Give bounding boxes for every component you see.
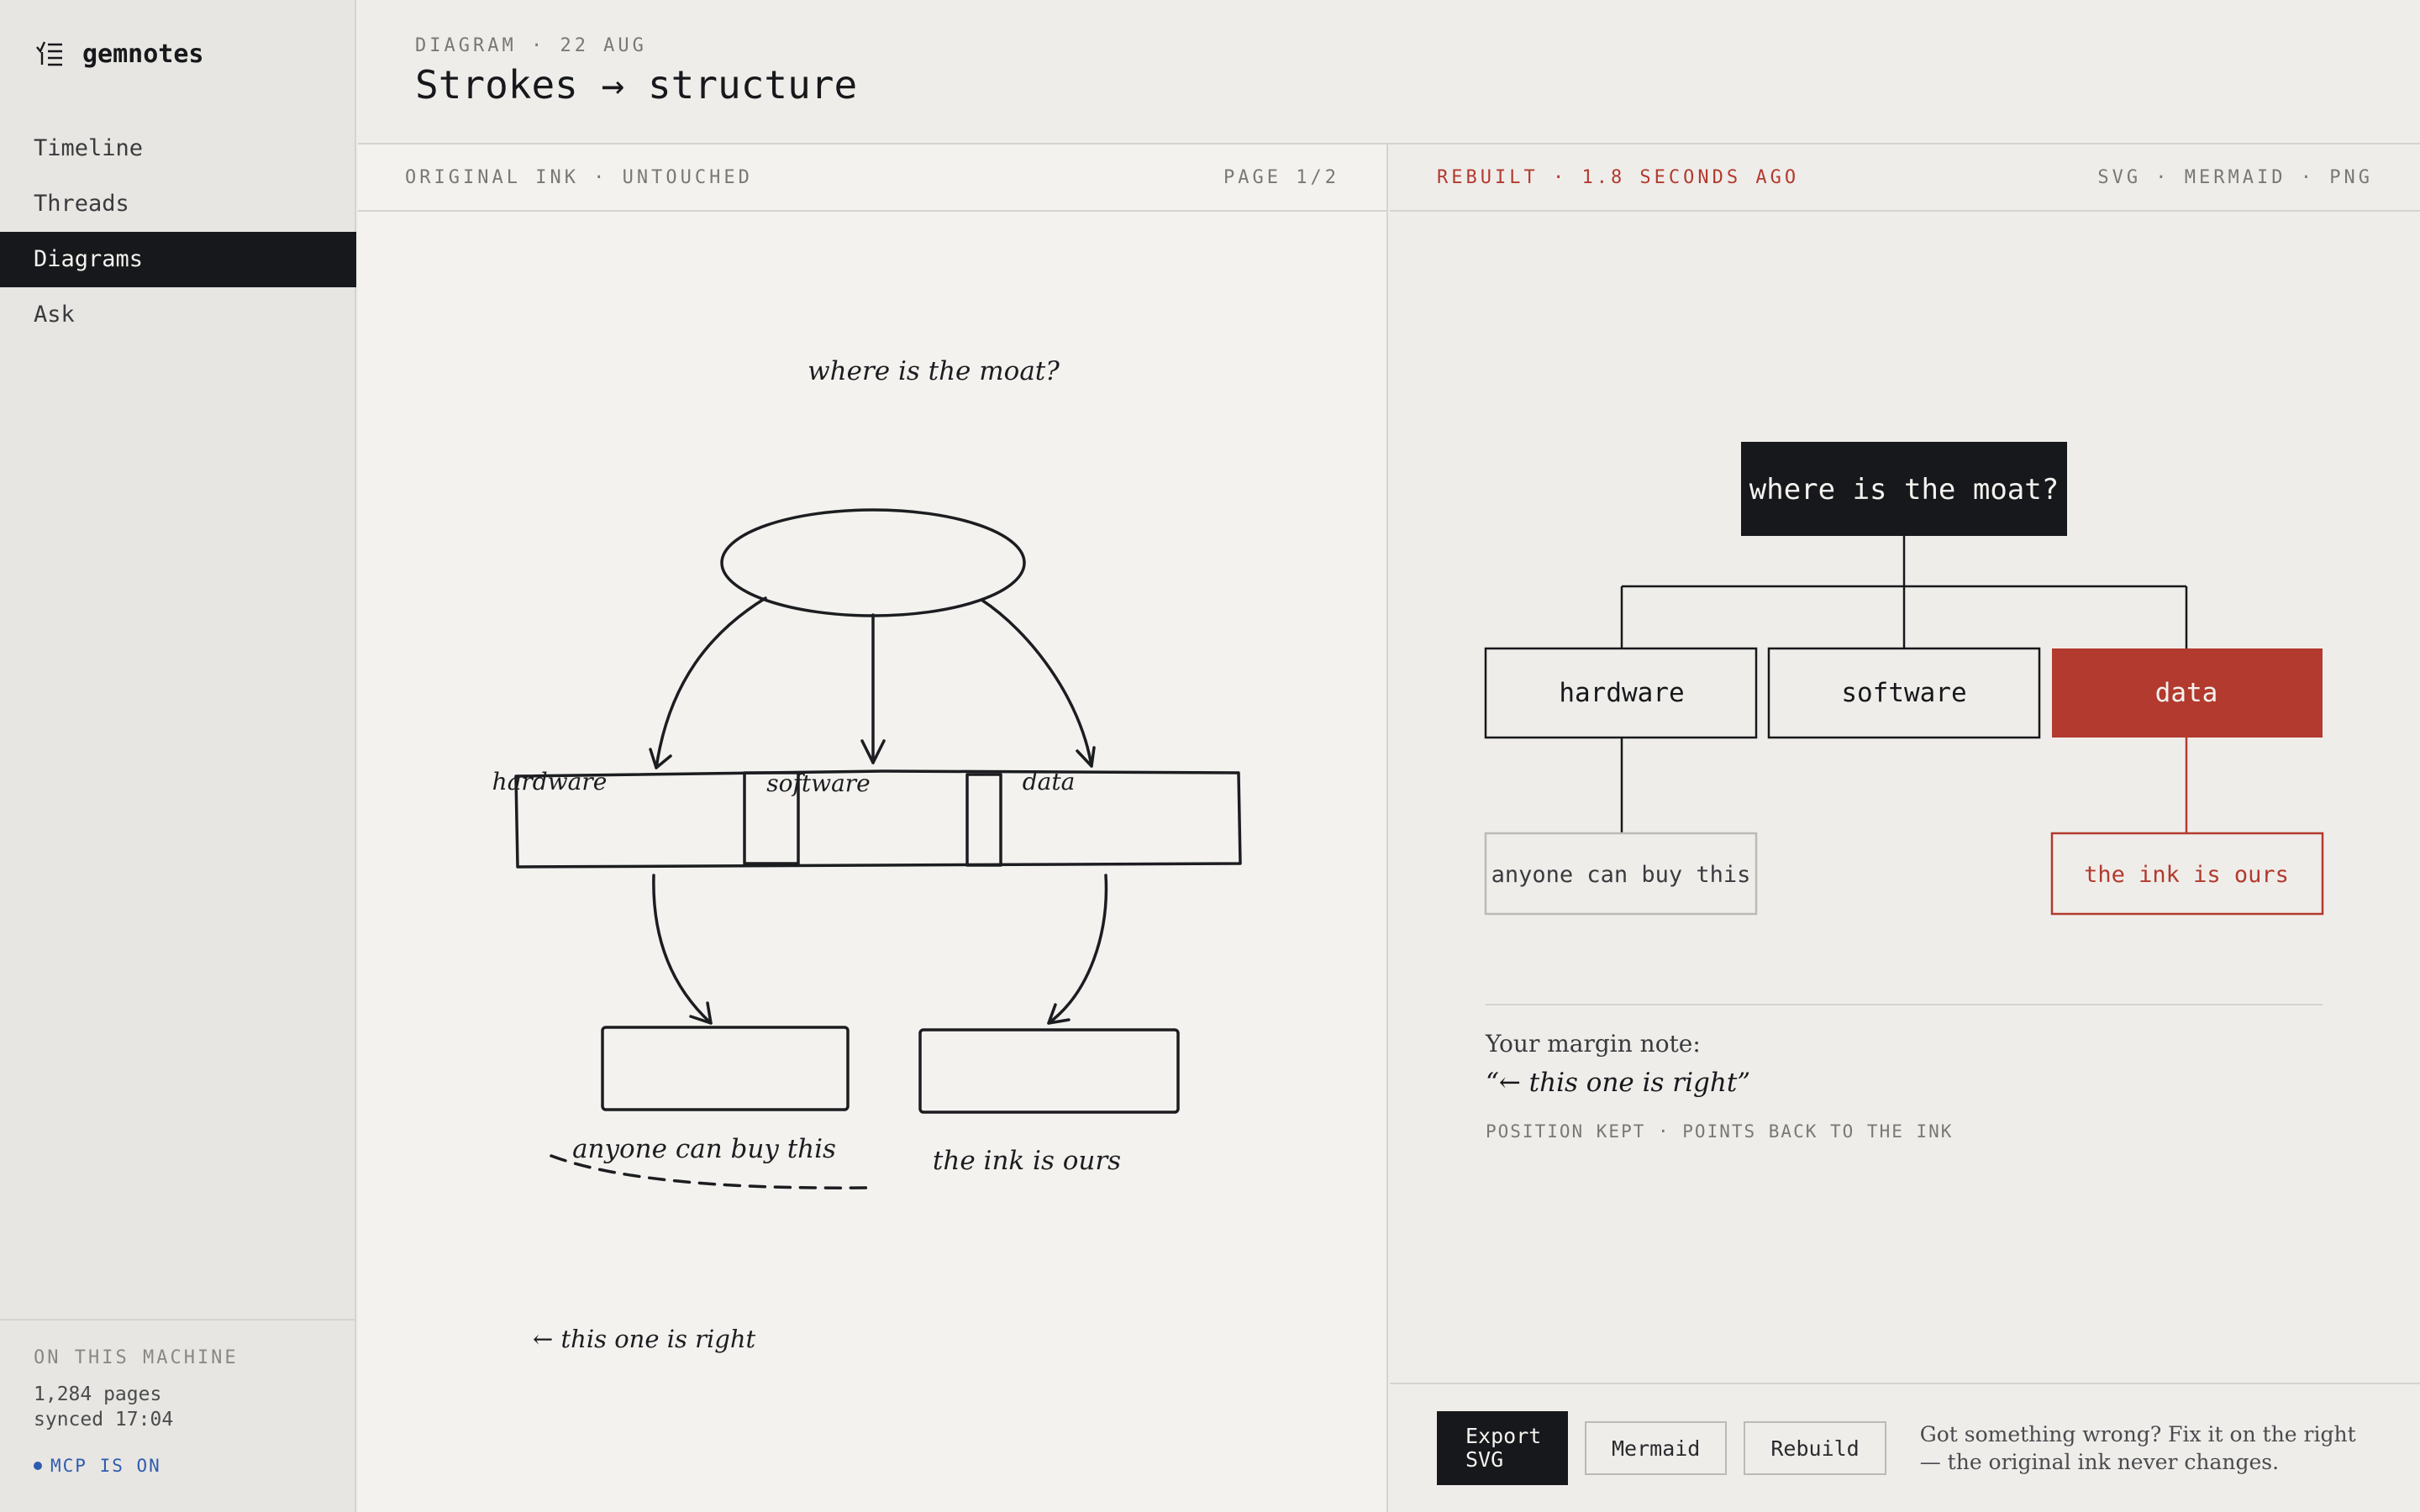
status-dot-icon: [34, 1462, 42, 1470]
ink-arrow-down-right: [1047, 874, 1108, 1025]
rebuilt-panel: REBUILT · 1.8 SECONDS AGO SVG · MERMAID …: [1390, 144, 2420, 1512]
nav-item-diagrams[interactable]: Diagrams: [0, 232, 356, 287]
rebuilt-diagram: where is the moat? hardware software dat…: [1484, 442, 2324, 1005]
ink-leaf-box-right: [918, 1028, 1180, 1114]
ink-arrow-hardware: [655, 596, 767, 769]
machine-caption: ON THIS MACHINE: [34, 1347, 239, 1368]
leaf-anyone-can-buy-label: anyone can buy this: [1491, 862, 1751, 888]
export-formats[interactable]: SVG · MERMAID · PNG: [2097, 167, 2373, 188]
page-header: DIAGRAM · 22 AUG Strokes → structure: [358, 0, 2420, 144]
ink-arrow-data: [980, 598, 1093, 768]
mcp-status[interactable]: MCP IS ON: [34, 1456, 323, 1476]
ink-label-hardware: hardware: [492, 768, 608, 795]
margin-note-card: Your margin note: “← this one is right” …: [1486, 1030, 2326, 1142]
ink-branch-bar: [514, 769, 1242, 869]
nav-item-timeline[interactable]: Timeline: [0, 121, 356, 176]
nav-item-threads[interactable]: Threads: [0, 176, 356, 232]
margin-note-caption: POSITION KEPT · POINTS BACK TO THE INK: [1486, 1121, 1954, 1142]
sync-time: synced 17:04: [34, 1409, 174, 1431]
mcp-label: MCP IS ON: [50, 1456, 161, 1476]
rebuilt-panel-header: REBUILT · 1.8 SECONDS AGO SVG · MERMAID …: [1390, 144, 2420, 212]
ink-note-right: the ink is ours: [933, 1146, 1121, 1176]
rebuilt-status: REBUILT · 1.8 SECONDS AGO: [1437, 166, 1800, 188]
help-text: Got something wrong? Fix it on the right…: [1919, 1422, 2356, 1474]
ink-label-software: software: [766, 769, 870, 797]
action-bar: Export SVG Mermaid Rebuild Got something…: [1390, 1383, 2420, 1512]
node-data-label: data: [2155, 678, 2218, 708]
node-root-label: where is the moat?: [1749, 473, 2059, 507]
page-count: 1,284 pages: [34, 1383, 162, 1405]
node-software-label: software: [1841, 678, 1966, 708]
sidebar: gemnotes Timeline Threads Diagrams Ask O…: [0, 0, 356, 1512]
machine-status: ON THIS MACHINE 1,284 pages synced 17:04…: [0, 1319, 356, 1512]
ink-canvas: where is the moat? hardware software dat…: [492, 356, 1242, 1353]
margin-note-quote[interactable]: “← this one is right”: [1486, 1068, 2326, 1098]
ink-label-data: data: [1023, 768, 1076, 795]
ink-margin-note: ← this one is right: [533, 1325, 755, 1353]
page-indicator[interactable]: PAGE 1/2: [1223, 167, 1339, 188]
nav-item-ask[interactable]: Ask: [0, 287, 356, 343]
main-nav: Timeline Threads Diagrams Ask: [0, 121, 356, 343]
rebuild-button[interactable]: Rebuild: [1744, 1421, 1886, 1475]
original-panel-header: ORIGINAL INK · UNTOUCHED PAGE 1/2: [358, 144, 1386, 212]
export-svg-button[interactable]: Export SVG: [1437, 1411, 1568, 1485]
page-kicker: DIAGRAM · 22 AUG: [415, 35, 647, 56]
ink-note-left: anyone can buy this: [572, 1134, 836, 1164]
page-title: Strokes → structure: [415, 62, 858, 108]
ink-title: where is the moat?: [808, 356, 1060, 386]
notes-logo-icon: [36, 41, 62, 66]
original-ink-panel: ORIGINAL INK · UNTOUCHED PAGE 1/2 where …: [358, 144, 1388, 1512]
brand[interactable]: gemnotes: [34, 37, 204, 71]
node-hardware-label: hardware: [1559, 678, 1684, 708]
app-name: gemnotes: [82, 39, 204, 69]
ink-arrow-down-left: [652, 874, 713, 1025]
ink-leaf-box-left: [601, 1026, 850, 1111]
ink-bar-segment-2: [965, 773, 1002, 867]
ink-root-ellipse: [720, 508, 1026, 617]
mermaid-button[interactable]: Mermaid: [1585, 1421, 1728, 1475]
original-label: ORIGINAL INK · UNTOUCHED: [405, 166, 753, 188]
leaf-ink-is-ours-label: the ink is ours: [2084, 862, 2289, 888]
margin-note-label: Your margin note:: [1486, 1030, 1701, 1058]
